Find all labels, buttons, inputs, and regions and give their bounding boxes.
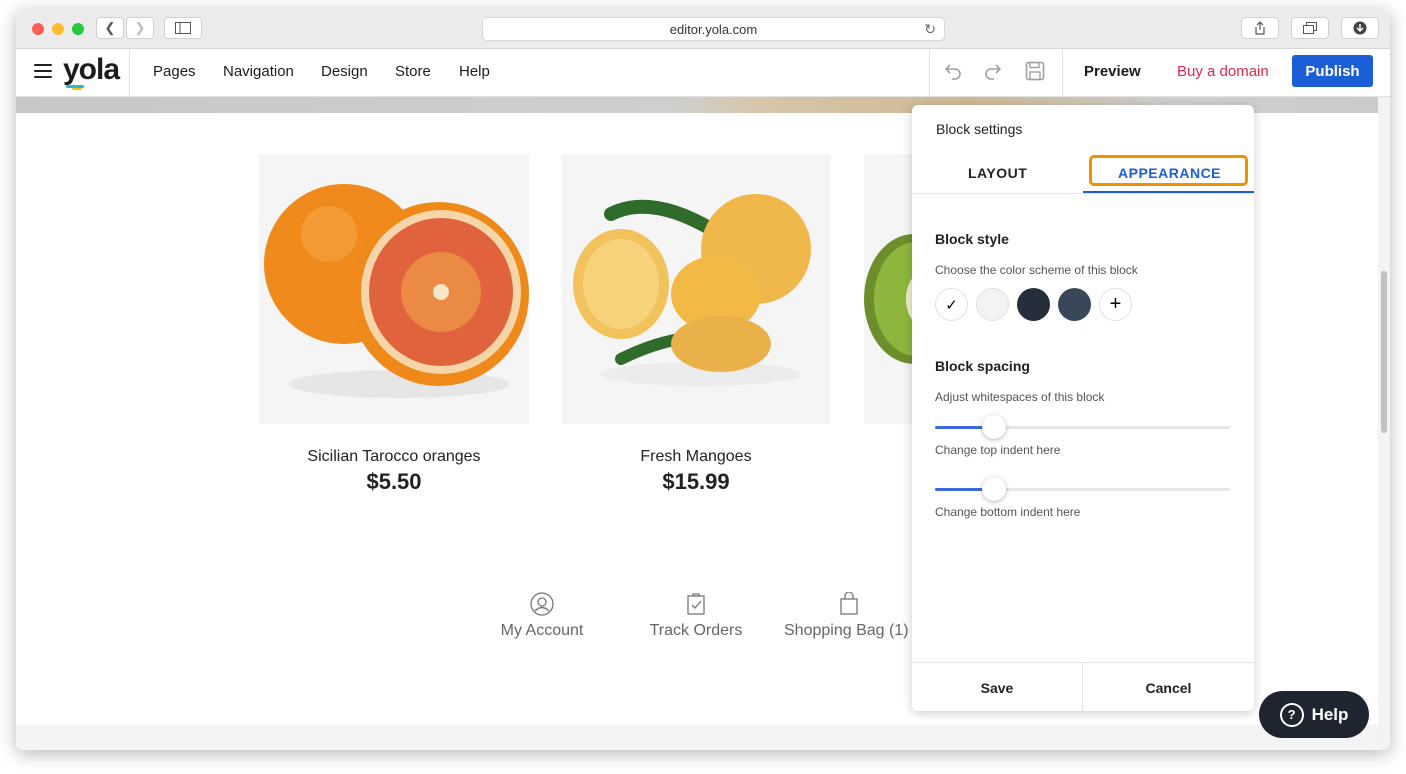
panel-footer: Save Cancel xyxy=(912,662,1254,711)
shopping-bag-link[interactable]: Shopping Bag (1) xyxy=(784,592,914,640)
add-color-scheme-button[interactable]: + xyxy=(1099,288,1132,321)
color-swatch-slate[interactable] xyxy=(1058,288,1091,321)
url-text: editor.yola.com xyxy=(669,21,758,37)
nav-navigation[interactable]: Navigation xyxy=(223,63,294,80)
active-tab-indicator xyxy=(1083,191,1254,193)
help-chat-button[interactable]: ? Help xyxy=(1259,691,1369,738)
address-bar[interactable]: editor.yola.com ↻ xyxy=(482,17,945,41)
tab-divider xyxy=(912,193,1254,194)
scrollbar-thumb[interactable] xyxy=(1381,271,1387,433)
account-icon xyxy=(530,592,554,616)
color-swatch-light[interactable] xyxy=(976,288,1009,321)
block-style-description: Choose the color scheme of this block xyxy=(935,263,1138,277)
plus-icon: + xyxy=(1109,293,1122,315)
bottom-indent-label: Change bottom indent here xyxy=(935,505,1081,519)
color-swatch-dark[interactable] xyxy=(1017,288,1050,321)
yola-logo: yola xyxy=(63,53,120,86)
logo-accent-yellow xyxy=(72,88,82,90)
cancel-button[interactable]: Cancel xyxy=(1083,663,1254,711)
publish-button[interactable]: Publish xyxy=(1292,55,1373,87)
panel-title: Block settings xyxy=(936,121,1023,137)
tab-appearance[interactable]: APPEARANCE xyxy=(1118,165,1221,181)
tab-layout[interactable]: LAYOUT xyxy=(968,165,1027,181)
nav-design[interactable]: Design xyxy=(321,63,368,80)
bottom-indent-slider-handle[interactable] xyxy=(982,477,1006,501)
forward-button[interactable]: ❯ xyxy=(126,17,154,39)
checkmark-icon: ✓ xyxy=(945,296,958,314)
toolbar-divider xyxy=(129,49,130,96)
mango-image xyxy=(573,194,811,386)
minimize-window-button[interactable] xyxy=(52,23,64,35)
block-settings-panel: Block settings LAYOUT APPEARANCE Block s… xyxy=(912,105,1254,711)
sidebar-icon xyxy=(175,22,191,34)
nav-store[interactable]: Store xyxy=(395,63,431,80)
color-swatch-white[interactable]: ✓ xyxy=(935,288,968,321)
product-price: $5.50 xyxy=(366,469,422,494)
downloads-button[interactable] xyxy=(1341,17,1379,39)
share-icon xyxy=(1255,21,1265,35)
save-button[interactable]: Save xyxy=(912,663,1083,711)
chevron-left-icon: ❮ xyxy=(104,20,116,35)
orange-image xyxy=(264,184,529,398)
maximize-window-button[interactable] xyxy=(72,23,84,35)
preview-button[interactable]: Preview xyxy=(1084,63,1141,80)
back-button[interactable]: ❮ xyxy=(96,17,124,39)
tabs-icon xyxy=(1303,22,1317,34)
track-orders-link[interactable]: Track Orders xyxy=(646,592,746,640)
tabs-overview-button[interactable] xyxy=(1291,17,1329,39)
editor-toolbar: yola Pages Navigation Design Store Help … xyxy=(16,49,1390,97)
top-indent-slider-handle[interactable] xyxy=(982,415,1006,439)
product-name[interactable]: Sicilian Tarocco oranges xyxy=(259,448,529,466)
close-window-button[interactable] xyxy=(32,23,44,35)
browser-titlebar: ❮ ❯ editor.yola.com ↻ xyxy=(16,9,1390,49)
block-spacing-description: Adjust whitespaces of this block xyxy=(935,390,1105,404)
top-indent-label: Change top indent here xyxy=(935,443,1061,457)
shopping-bag-label: Shopping Bag (1) xyxy=(784,622,909,639)
toolbar-divider xyxy=(1062,49,1063,96)
chevron-right-icon: ❯ xyxy=(134,20,146,35)
reload-icon[interactable]: ↻ xyxy=(924,21,936,38)
my-account-label: My Account xyxy=(500,622,584,639)
product-image-oranges[interactable] xyxy=(259,154,529,424)
hamburger-menu-icon[interactable] xyxy=(34,64,52,78)
product-name[interactable]: Fresh Mangoes xyxy=(561,448,831,466)
nav-help[interactable]: Help xyxy=(459,63,490,80)
undo-icon[interactable] xyxy=(944,61,962,81)
block-style-title: Block style xyxy=(935,231,1009,247)
buy-domain-button[interactable]: Buy a domain xyxy=(1177,63,1269,80)
help-button-label: Help xyxy=(1311,704,1349,724)
browser-window: ❮ ❯ editor.yola.com ↻ yola Pages Navigat… xyxy=(16,9,1390,750)
nav-pages[interactable]: Pages xyxy=(153,63,196,80)
bag-icon xyxy=(840,592,858,615)
block-spacing-title: Block spacing xyxy=(935,358,1030,374)
share-button[interactable] xyxy=(1241,17,1279,39)
footer-band xyxy=(16,725,1378,750)
product-price: $15.99 xyxy=(662,469,730,494)
product-image-mangoes[interactable] xyxy=(561,154,831,424)
track-orders-label: Track Orders xyxy=(649,622,743,639)
redo-icon[interactable] xyxy=(984,61,1002,81)
download-icon xyxy=(1353,21,1367,35)
sidebar-toggle-button[interactable] xyxy=(164,17,202,39)
my-account-link[interactable]: My Account xyxy=(492,592,592,640)
orders-icon xyxy=(687,593,705,615)
question-mark-icon: ? xyxy=(1279,702,1304,727)
save-draft-icon[interactable] xyxy=(1025,61,1045,81)
bottom-indent-slider[interactable] xyxy=(935,488,1230,491)
toolbar-divider xyxy=(929,49,930,96)
top-indent-slider[interactable] xyxy=(935,426,1230,429)
